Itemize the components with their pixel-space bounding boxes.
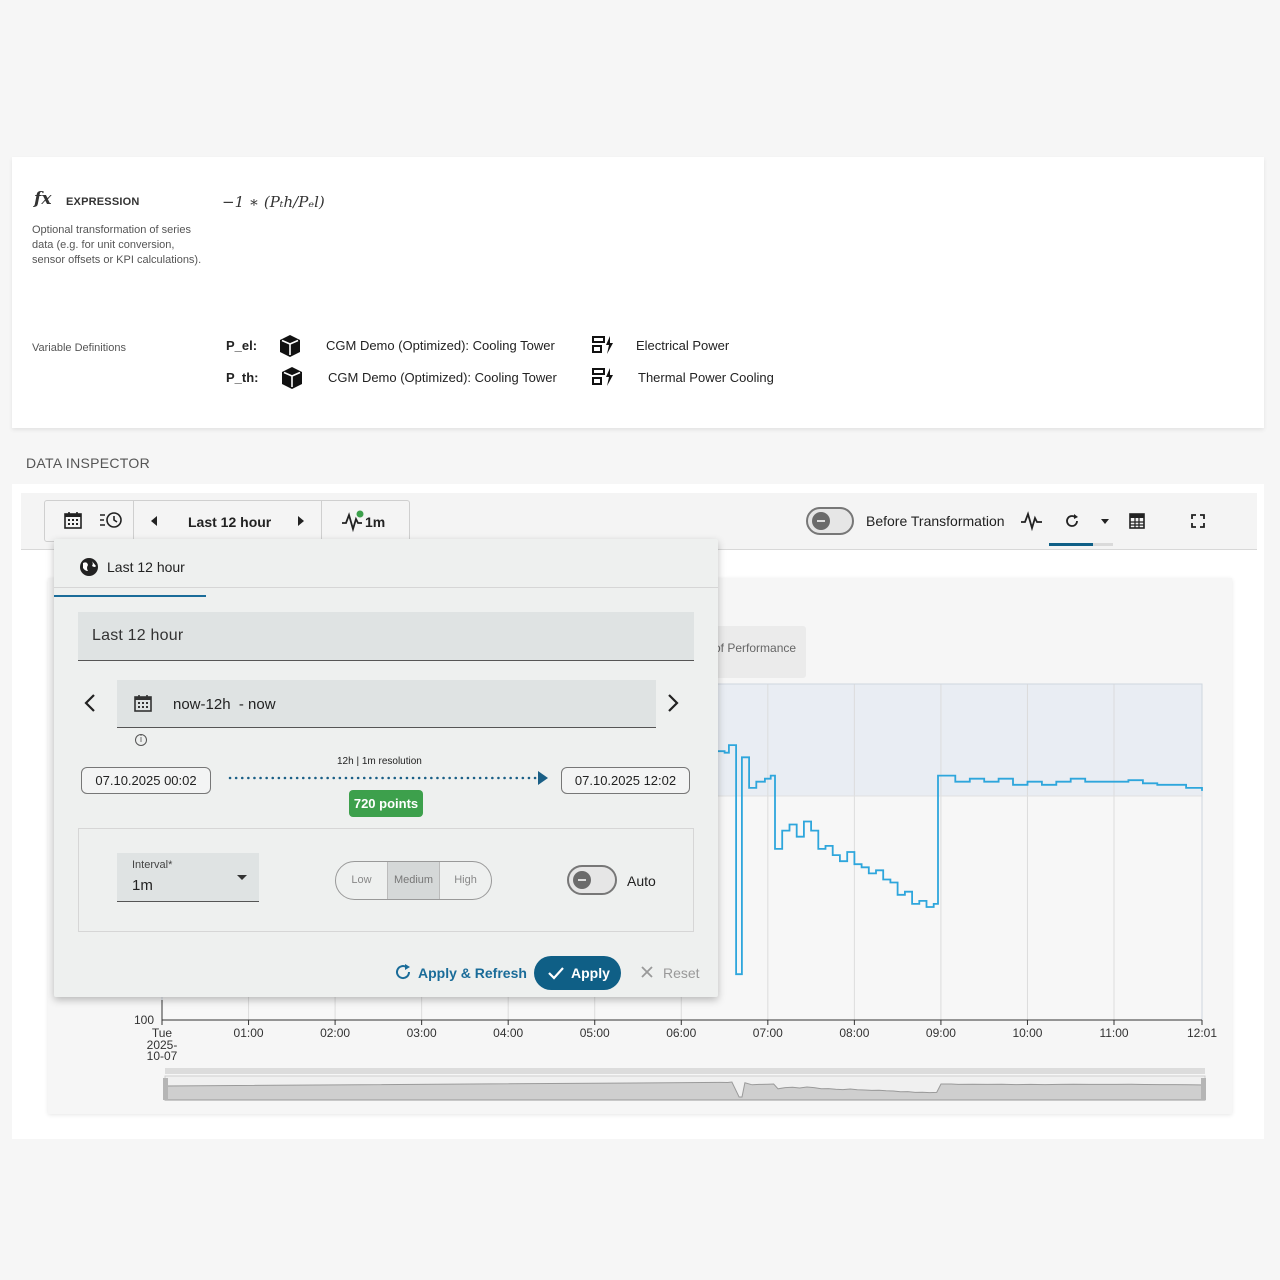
resolution-summary: 12h | 1m resolution bbox=[337, 756, 422, 767]
refresh-icon bbox=[396, 964, 411, 980]
preset-input[interactable]: Last 12 hour bbox=[78, 612, 694, 661]
navigator-series bbox=[164, 1081, 1206, 1101]
close-icon bbox=[641, 966, 653, 978]
x-tick-label: 04:00 bbox=[493, 1026, 523, 1040]
points-count-badge: 720 points bbox=[349, 790, 423, 817]
auto-label: Auto bbox=[627, 873, 656, 889]
end-date-chip[interactable]: 07.10.2025 12:02 bbox=[561, 767, 690, 794]
start-date-chip[interactable]: 07.10.2025 00:02 bbox=[81, 767, 211, 794]
info-icon[interactable]: i bbox=[135, 734, 147, 746]
interval-select[interactable]: Interval* 1m bbox=[117, 853, 259, 902]
x-tick-label: 09:00 bbox=[926, 1026, 956, 1040]
quality-button-group: Low Medium High bbox=[335, 861, 492, 900]
quality-medium-button[interactable]: Medium bbox=[388, 862, 440, 899]
interval-panel: Interval* 1m Low Medium High Auto bbox=[78, 828, 694, 932]
quality-high-button[interactable]: High bbox=[440, 862, 491, 899]
check-icon bbox=[548, 967, 564, 980]
apply-button[interactable]: Apply bbox=[534, 956, 621, 990]
navigator-handle-left bbox=[163, 1078, 168, 1100]
tab-relative-range[interactable]: Last 12 hour bbox=[54, 549, 206, 597]
auto-toggle[interactable] bbox=[567, 865, 617, 895]
y-tick-label: 100 bbox=[134, 1013, 154, 1027]
x-date-label: 10-07 bbox=[147, 1049, 178, 1063]
x-tick-label: 02:00 bbox=[320, 1026, 350, 1040]
x-tick-label: 10:00 bbox=[1012, 1026, 1042, 1040]
x-tick-label: 05:00 bbox=[580, 1026, 610, 1040]
range-expression-input[interactable]: now-12h - now bbox=[117, 680, 656, 728]
calendar-icon bbox=[134, 695, 152, 712]
globe-icon bbox=[80, 558, 98, 576]
time-range-popup: Last 12 hour Last 12 hour now-12h - now … bbox=[54, 539, 718, 997]
tab-label: Last 12 hour bbox=[107, 559, 185, 575]
navigator-scrollbar bbox=[165, 1068, 1205, 1074]
x-tick-label: 01:00 bbox=[234, 1026, 264, 1040]
quality-low-button[interactable]: Low bbox=[336, 862, 388, 899]
x-tick-label: 11:00 bbox=[1099, 1026, 1128, 1040]
x-tick-label: 07:00 bbox=[753, 1026, 783, 1040]
caret-down-icon bbox=[237, 875, 247, 880]
range-arrow-icon bbox=[228, 771, 548, 785]
chevron-left-icon[interactable] bbox=[84, 693, 96, 713]
x-tick-label: 03:00 bbox=[407, 1026, 437, 1040]
x-tick-label: 12:01 bbox=[1187, 1026, 1217, 1040]
navigator-handle-right bbox=[1201, 1078, 1206, 1100]
chevron-right-icon[interactable] bbox=[667, 693, 679, 713]
x-tick-label: 08:00 bbox=[839, 1026, 869, 1040]
x-tick-label: 06:00 bbox=[666, 1026, 696, 1040]
